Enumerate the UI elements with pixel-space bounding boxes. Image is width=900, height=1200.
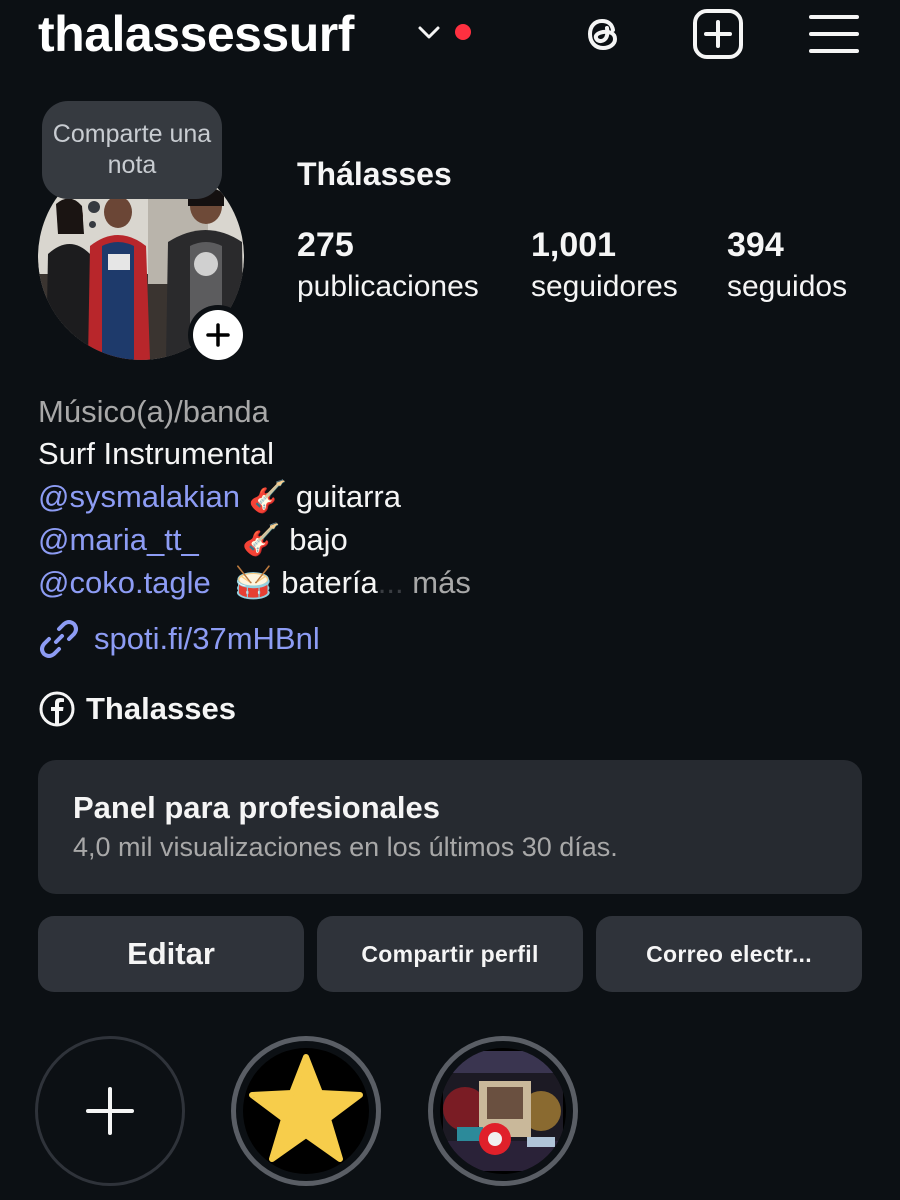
facebook-link[interactable]: Thalasses xyxy=(38,690,236,728)
email-button[interactable]: Correo electr... xyxy=(596,916,862,992)
profile-category: Músico(a)/banda xyxy=(38,394,269,429)
create-post-icon[interactable] xyxy=(692,8,744,60)
display-name: Thálasses xyxy=(297,156,452,192)
star-icon xyxy=(246,1051,366,1171)
menu-icon[interactable] xyxy=(808,8,860,60)
posts-label[interactable]: publicaciones xyxy=(297,270,479,304)
panel-subtitle: 4,0 mil visualizaciones en los últimos 3… xyxy=(73,832,618,862)
mention-link[interactable]: @coko.tagle xyxy=(38,565,211,600)
plus-icon xyxy=(206,323,230,347)
panel-title: Panel para profesionales xyxy=(73,790,440,825)
member-role: bajo xyxy=(289,522,348,557)
guitar-emoji: 🎸 xyxy=(248,479,288,514)
facebook-page-name[interactable]: Thalasses xyxy=(86,691,236,727)
note-bubble-tail-small xyxy=(89,221,96,228)
bio-member-row: @maria_tt_ 🎸 bajo xyxy=(38,520,348,560)
chevron-down-icon[interactable] xyxy=(416,22,442,42)
profile-username[interactable]: thalassessurf xyxy=(38,2,354,66)
link-text[interactable]: spoti.fi/37mHBnl xyxy=(94,621,320,657)
bio-more-link[interactable]: más xyxy=(412,565,471,600)
bio-member-row: @coko.tagle 🥁 batería... más xyxy=(38,563,471,603)
threads-icon[interactable] xyxy=(577,8,629,60)
followers-count[interactable]: 1,001 xyxy=(531,226,616,265)
link-icon xyxy=(40,620,78,658)
mention-link[interactable]: @maria_tt_ xyxy=(38,522,199,557)
bio-ellipsis: ... xyxy=(377,565,404,600)
story-highlight[interactable] xyxy=(231,1036,381,1186)
member-role: guitarra xyxy=(295,479,401,514)
bio-member-row: @sysmalakian 🎸 guitarra xyxy=(38,477,401,517)
following-label[interactable]: seguidos xyxy=(727,270,847,304)
drum-emoji: 🥁 xyxy=(234,565,273,600)
external-link[interactable]: spoti.fi/37mHBnl xyxy=(38,618,320,660)
professional-dashboard-card[interactable] xyxy=(38,760,862,894)
guitar-emoji: 🎸 xyxy=(241,522,281,557)
story-highlight[interactable] xyxy=(428,1036,578,1186)
share-note-bubble[interactable]: Comparte una nota xyxy=(42,101,222,199)
new-highlight-button[interactable] xyxy=(35,1036,185,1186)
note-bubble-tail xyxy=(88,201,100,213)
edit-profile-button[interactable]: Editar xyxy=(38,916,304,992)
posts-count[interactable]: 275 xyxy=(297,226,354,265)
plus-icon xyxy=(86,1087,134,1135)
highlight-cover-image xyxy=(443,1051,563,1171)
member-role: batería xyxy=(281,565,378,600)
following-count[interactable]: 394 xyxy=(727,226,784,265)
share-profile-button[interactable]: Compartir perfil xyxy=(317,916,583,992)
notification-dot xyxy=(455,24,471,40)
mention-link[interactable]: @sysmalakian xyxy=(38,479,240,514)
followers-label[interactable]: seguidores xyxy=(531,270,678,304)
facebook-icon xyxy=(39,691,75,727)
bio-line: Surf Instrumental xyxy=(38,436,275,471)
add-story-button[interactable] xyxy=(188,305,248,365)
share-note-text: Comparte una nota xyxy=(52,120,212,179)
